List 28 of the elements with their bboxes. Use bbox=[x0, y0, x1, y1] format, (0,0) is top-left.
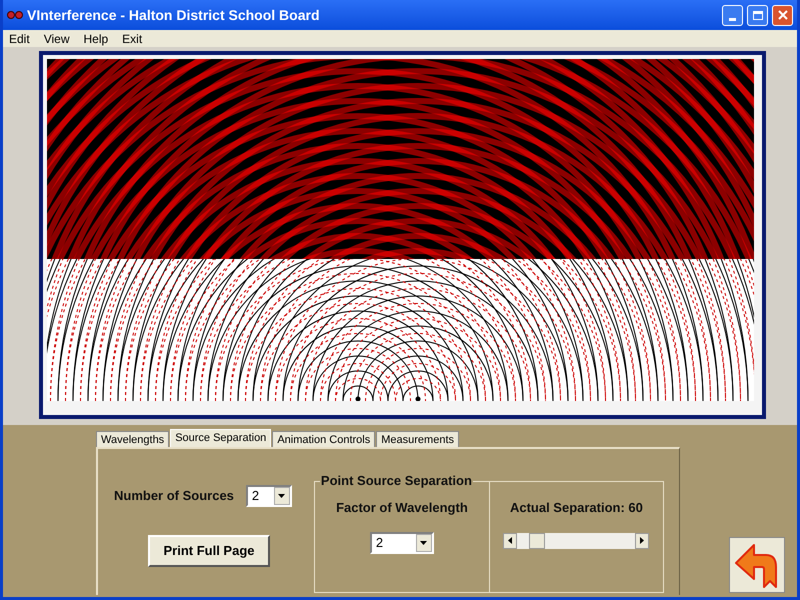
number-of-sources-dropdown[interactable]: 2 bbox=[246, 485, 292, 507]
menu-item[interactable]: Help bbox=[83, 30, 108, 48]
close-button[interactable] bbox=[772, 4, 793, 26]
return-arrow-icon bbox=[734, 541, 780, 589]
return-arrow-button[interactable] bbox=[729, 537, 785, 593]
tab[interactable]: Measurements bbox=[376, 431, 460, 447]
maximize-button[interactable] bbox=[747, 4, 768, 26]
scrollbar-thumb[interactable] bbox=[529, 532, 546, 548]
tab[interactable]: Source Separation bbox=[170, 429, 272, 447]
left-arrow-icon bbox=[508, 537, 512, 544]
app-icon bbox=[7, 9, 23, 21]
tab[interactable]: Wavelengths bbox=[96, 431, 170, 447]
group-box-title: Point Source Separation bbox=[320, 473, 473, 489]
menu-item[interactable]: Exit bbox=[122, 30, 142, 48]
menu-item[interactable]: View bbox=[44, 30, 70, 48]
scroll-right-button[interactable] bbox=[635, 532, 650, 548]
tab[interactable]: Animation Controls bbox=[272, 431, 376, 447]
factor-of-wavelength-label: Factor of Wavelength bbox=[336, 499, 468, 517]
print-full-page-button[interactable]: Print Full Page bbox=[148, 535, 270, 567]
close-icon bbox=[778, 10, 788, 20]
minimize-button[interactable] bbox=[722, 4, 743, 26]
factor-dropdown[interactable]: 2 bbox=[370, 532, 434, 554]
scroll-left-button[interactable] bbox=[503, 532, 518, 548]
actual-separation-label: Actual Separation: 60 bbox=[510, 499, 643, 517]
window-title: VInterference - Halton District School Board bbox=[27, 6, 320, 24]
right-arrow-icon bbox=[640, 537, 644, 544]
menu-item[interactable]: Edit bbox=[9, 30, 30, 48]
number-of-sources-label: Number of Sources bbox=[114, 487, 234, 506]
